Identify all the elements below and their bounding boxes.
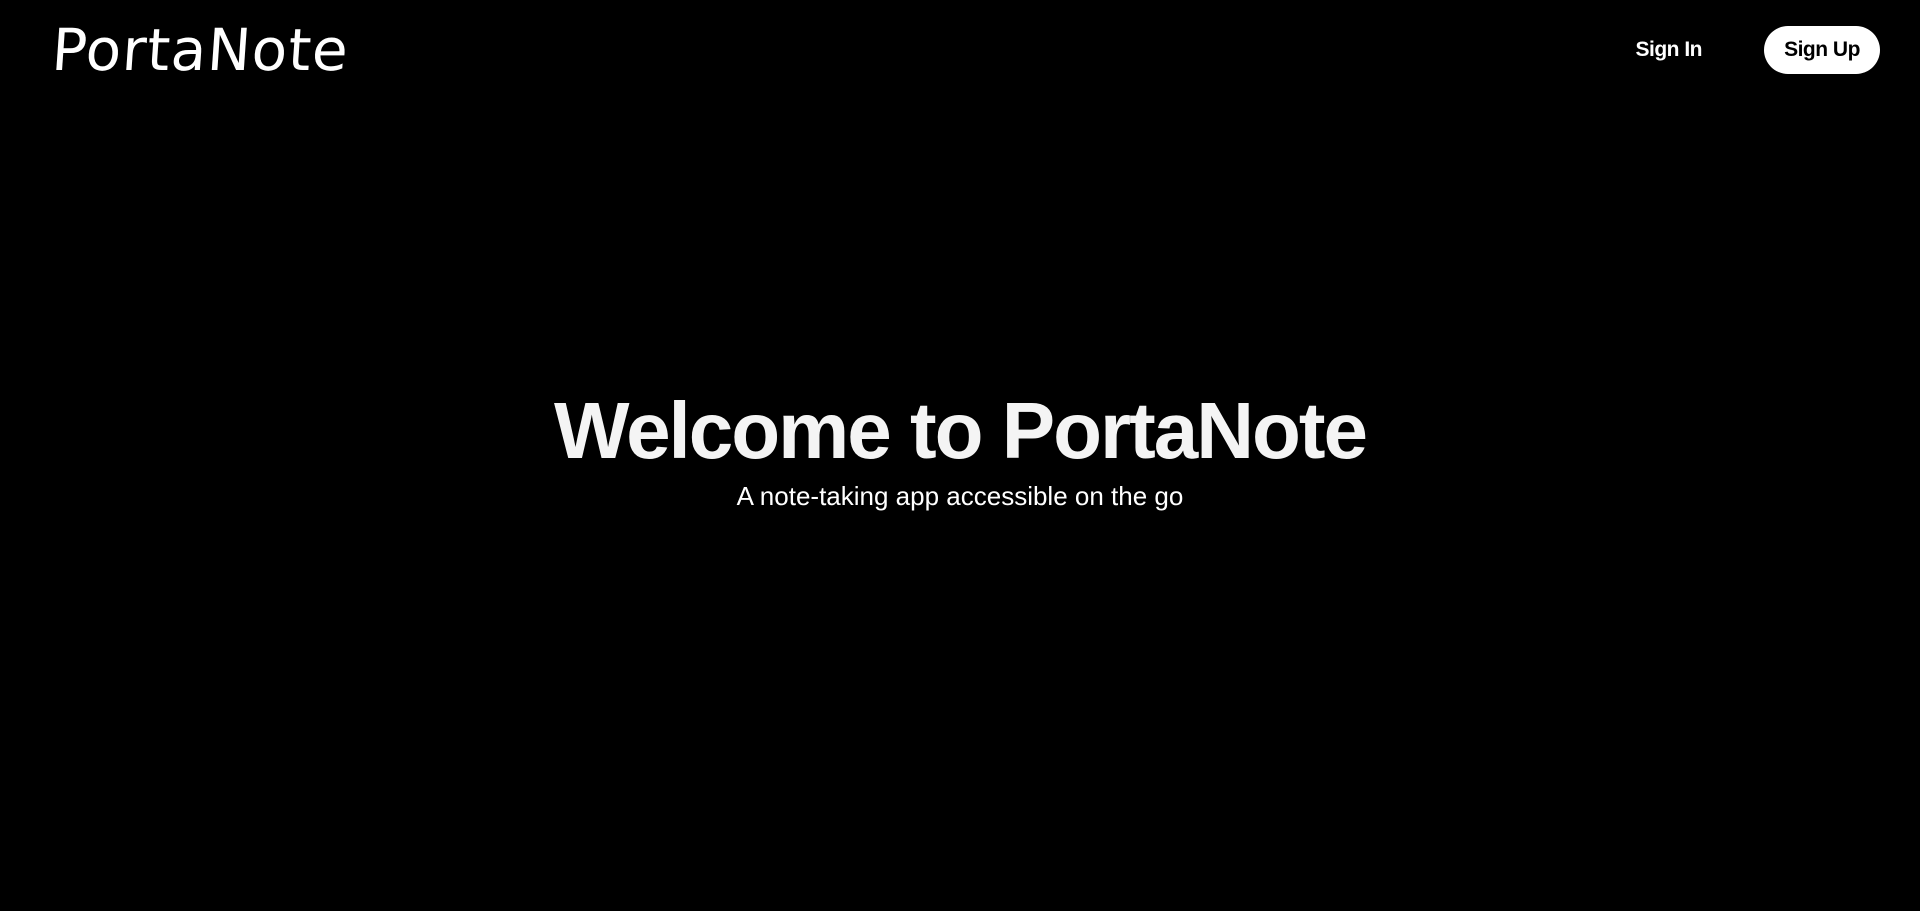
hero-subtitle: A note-taking app accessible on the go bbox=[736, 481, 1184, 511]
navbar: PortaNote Sign In Sign Up bbox=[0, 0, 1920, 100]
sign-up-button[interactable]: Sign Up bbox=[1764, 26, 1880, 74]
nav-actions: Sign In Sign Up bbox=[1636, 26, 1880, 74]
brand-logo[interactable]: PortaNote bbox=[49, 14, 352, 86]
hero-section: Welcome to PortaNote A note-taking app a… bbox=[0, 385, 1920, 513]
sign-in-button[interactable]: Sign In bbox=[1636, 38, 1703, 62]
hero-title: Welcome to PortaNote bbox=[554, 386, 1368, 475]
